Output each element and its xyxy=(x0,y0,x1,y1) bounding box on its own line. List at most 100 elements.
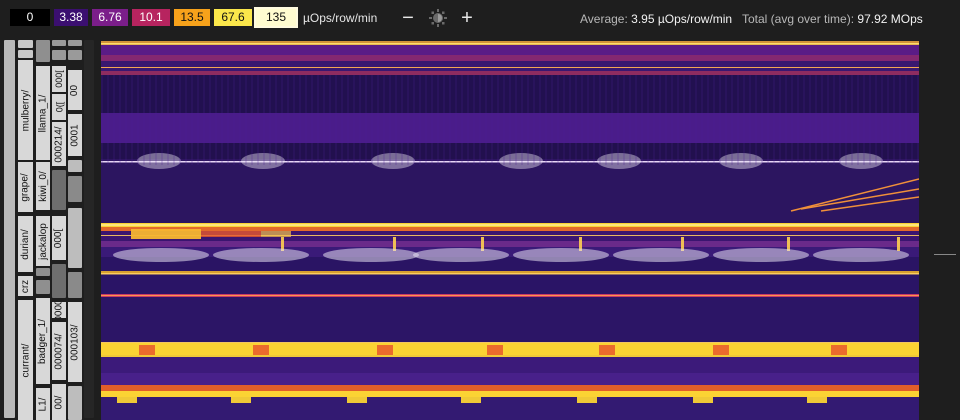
heatmap-texture xyxy=(521,75,523,165)
key-label-l1[interactable]: L1/ xyxy=(36,388,50,420)
legend-step: 3.38 xyxy=(54,9,88,26)
heatmap-texture xyxy=(191,75,193,165)
heatmap-hotline xyxy=(101,273,919,275)
heatmap-svg[interactable] xyxy=(101,41,919,420)
heatmap-texture xyxy=(653,75,655,165)
key-label-000214[interactable]: 000214/ xyxy=(52,122,66,166)
axis-bar xyxy=(36,280,50,294)
key-label-l3-d[interactable]: 0000 xyxy=(52,302,66,318)
heatmap-band xyxy=(101,61,919,71)
heatmap-texture xyxy=(557,75,559,165)
heatmap-texture xyxy=(905,75,907,165)
heatmap-texture xyxy=(299,75,301,165)
heatmap-glow xyxy=(413,248,509,262)
heatmap-texture xyxy=(155,75,157,165)
heatmap-hot-block xyxy=(461,393,481,403)
heatmap-texture xyxy=(437,75,439,165)
heatmap-canvas[interactable] xyxy=(101,41,919,420)
heatmap-texture xyxy=(395,75,397,165)
plus-icon: + xyxy=(461,6,473,29)
key-label-000103[interactable]: 000103/ xyxy=(68,302,82,382)
heatmap-texture xyxy=(635,75,637,165)
key-label-grape[interactable]: grape/ xyxy=(18,162,33,212)
heatmap-texture xyxy=(371,75,373,165)
heatmap-texture xyxy=(503,75,505,165)
heatmap-texture xyxy=(197,75,199,165)
heatmap-hotline xyxy=(101,342,919,343)
key-label-l3-b[interactable]: 0([ xyxy=(52,94,66,120)
heatmap-texture xyxy=(389,75,391,165)
key-label-kiwi[interactable]: kiwi_0/ xyxy=(36,162,50,210)
heatmap-hot-segment xyxy=(139,345,155,355)
heatmap-hot-segment xyxy=(487,345,503,355)
heatmap-texture xyxy=(677,75,679,165)
key-axis: mulberry/ grape/ durian/ crz currant/ ll… xyxy=(0,40,100,420)
key-label-000074[interactable]: 000074/ xyxy=(52,322,66,380)
heatmap-texture xyxy=(323,75,325,165)
heatmap-texture xyxy=(341,75,343,165)
heatmap-texture xyxy=(647,75,649,165)
heatmap-texture xyxy=(275,75,277,165)
heatmap-texture xyxy=(461,75,463,165)
legend-step: 0 xyxy=(10,9,50,26)
axis-bar xyxy=(52,40,66,46)
heatmap-hot-segment xyxy=(131,229,201,239)
axis-bar xyxy=(36,268,50,276)
key-label-l4-a[interactable]: 00 xyxy=(68,70,82,110)
heatmap-texture xyxy=(419,75,421,165)
key-label-currant[interactable]: currant/ xyxy=(18,300,33,420)
heatmap-hotline xyxy=(101,295,919,296)
key-label-0001[interactable]: 0001 xyxy=(68,114,82,156)
axis-bar xyxy=(68,160,82,172)
axis-bar xyxy=(68,208,82,268)
key-label-jackalop[interactable]: jackalop xyxy=(36,216,50,266)
heatmap-texture xyxy=(809,75,811,165)
heatmap-texture xyxy=(269,75,271,165)
heatmap-band xyxy=(101,385,919,391)
heatmap-texture xyxy=(107,75,109,165)
heatmap-texture xyxy=(593,75,595,165)
zoom-in-button[interactable]: + xyxy=(455,6,479,30)
heatmap-texture xyxy=(233,75,235,165)
heatmap-texture xyxy=(785,75,787,165)
heatmap-texture xyxy=(773,75,775,165)
heatmap-texture xyxy=(113,75,115,165)
key-label-l3-c[interactable]: 000[ xyxy=(52,216,66,260)
heatmap-texture xyxy=(767,75,769,165)
heatmap-texture xyxy=(287,75,289,165)
minus-icon: − xyxy=(402,6,414,29)
average-value: 3.95 µOps/row/min xyxy=(631,12,733,26)
zoom-out-button[interactable]: − xyxy=(396,6,420,30)
heatmap-texture xyxy=(251,75,253,165)
heatmap-texture xyxy=(641,75,643,165)
heatmap-texture xyxy=(293,75,295,165)
heatmap-texture xyxy=(305,75,307,165)
heatmap-texture xyxy=(875,75,877,165)
key-label-l3-a[interactable]: 000[ xyxy=(52,66,66,92)
heatmap-texture xyxy=(707,75,709,165)
heatmap-texture xyxy=(791,75,793,165)
axis-bar xyxy=(68,40,82,46)
key-label-llama[interactable]: llama_1/ xyxy=(36,66,50,160)
heatmap-hot-band xyxy=(101,343,919,357)
heatmap-texture xyxy=(407,75,409,165)
heatmap-texture xyxy=(347,75,349,165)
key-label-durian[interactable]: durian/ xyxy=(18,216,33,272)
key-label-mulberry[interactable]: mulberry/ xyxy=(18,60,33,160)
key-label-l3-e[interactable]: 00/ xyxy=(52,384,66,420)
right-gutter xyxy=(920,40,960,420)
axis-bar xyxy=(36,40,50,62)
brightness-button[interactable] xyxy=(426,6,450,30)
heatmap-texture xyxy=(839,75,841,165)
heatmap-texture xyxy=(887,75,889,165)
heatmap-texture xyxy=(569,75,571,165)
heatmap-texture xyxy=(173,75,175,165)
key-label-crz[interactable]: crz xyxy=(18,276,33,296)
heatmap-hot-block xyxy=(117,393,137,403)
brightness-icon xyxy=(429,9,447,27)
heatmap-texture xyxy=(479,75,481,165)
heatmap-texture xyxy=(851,75,853,165)
heatmap-texture xyxy=(335,75,337,165)
total-stat: Total (avg over time): 97.92 MOps xyxy=(742,12,923,26)
key-label-badger[interactable]: badger_1/ xyxy=(36,298,50,384)
